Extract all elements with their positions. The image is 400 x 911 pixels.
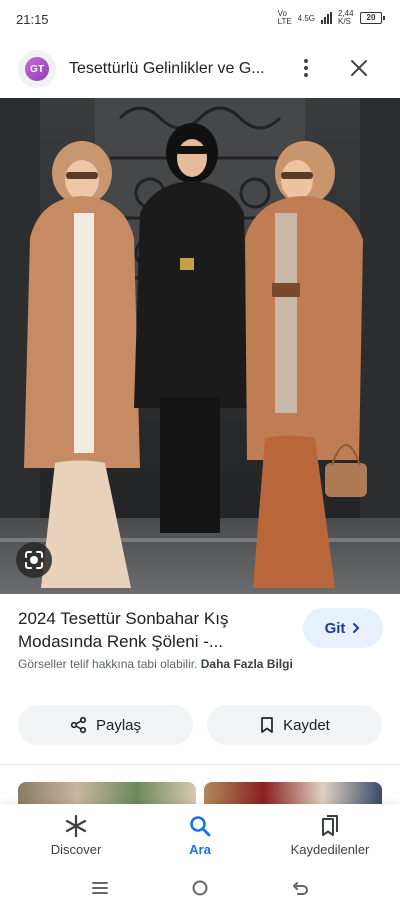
battery-icon: 20 [360,12,385,24]
battery-level: 20 [366,13,376,22]
fashion-photo-illustration [0,98,400,594]
related-image-thumbnail[interactable] [18,782,196,806]
nav-search-label: Ara [189,842,211,857]
copyright-text: Görseller telif hakkına tabi olabilir. [18,657,198,671]
share-label: Paylaş [95,716,142,734]
system-navigation-bar [0,866,400,911]
related-images-strip[interactable] [0,782,400,806]
nav-discover[interactable]: Discover [40,814,112,857]
result-image[interactable] [0,98,400,594]
search-icon [190,816,211,837]
nav-search[interactable]: Ara [175,814,225,857]
home-icon[interactable] [190,878,210,898]
site-logo[interactable]: GT [18,50,56,88]
nav-saved-label: Kaydedilenler [290,842,370,857]
result-header: GT Tesettürlü Gelinlikler ve G... [0,40,400,98]
signal-icon [321,12,332,24]
result-title[interactable]: 2024 Tesettür Sonbahar Kış Modasında Ren… [18,607,290,653]
status-indicators: Vo LTE 4.5G 2,44 K/S 20 [277,9,385,26]
share-button[interactable]: Paylaş [18,705,193,745]
visit-button[interactable]: Git [303,608,383,648]
status-time: 21:15 [16,12,49,27]
bottom-navigation: Discover Ara Kaydedilenler [0,804,400,866]
more-info-link[interactable]: Daha Fazla Bilgi [201,657,293,671]
data-speed: 2,44 K/S [338,9,354,26]
save-button[interactable]: Kaydet [207,705,382,745]
nav-discover-label: Discover [50,842,102,857]
section-divider [0,764,400,765]
copyright-notice: Görseller telif hakkına tabi olabilir. D… [18,657,293,671]
share-icon [70,716,87,734]
recent-apps-icon[interactable] [90,878,110,898]
related-image-thumbnail[interactable] [204,782,382,806]
site-logo-text: GT [25,57,49,81]
status-bar: 21:15 Vo LTE 4.5G 2,44 K/S 20 [0,0,400,38]
bookmarks-icon [322,815,338,836]
back-icon[interactable] [290,878,310,898]
asterisk-icon [65,814,87,838]
save-label: Kaydet [283,716,330,734]
network-label: Vo LTE [277,9,292,26]
network-type: 4.5G [297,13,315,23]
nav-saved[interactable]: Kaydedilenler [272,814,388,857]
google-lens-icon [25,551,43,569]
bookmark-icon [261,717,273,733]
more-options-icon[interactable] [296,56,316,80]
lens-search-button[interactable] [16,542,52,578]
visit-label: Git [324,619,346,637]
chevron-right-icon [353,623,360,633]
site-title[interactable]: Tesettürlü Gelinlikler ve G... [69,60,265,78]
close-icon[interactable] [346,55,372,81]
